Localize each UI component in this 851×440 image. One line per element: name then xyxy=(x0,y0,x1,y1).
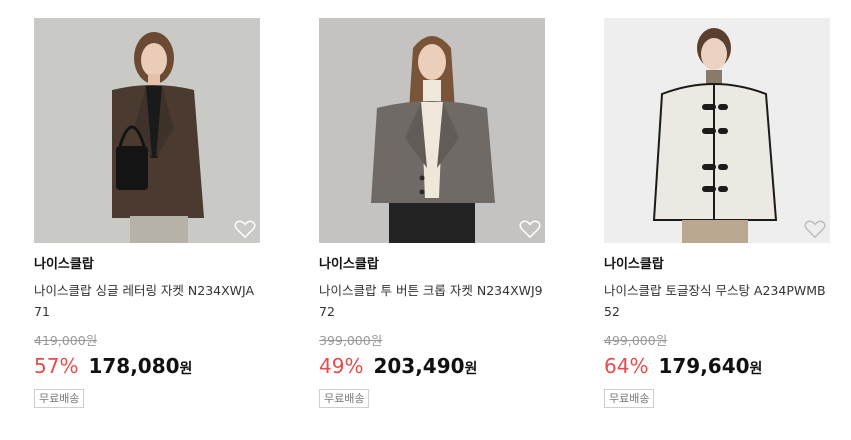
product-name[interactable]: 나이스클랍 투 버튼 크롭 자켓 N234XWJ972 xyxy=(319,280,545,322)
wishlist-heart-icon[interactable] xyxy=(234,219,256,239)
sale-price: 203,490 xyxy=(373,354,465,378)
price-row: 64% 179,640 원 xyxy=(604,354,830,384)
product-card[interactable]: 나이스클랍 나이스클랍 토글장식 무스탕 A234PWMB52 499,000원… xyxy=(604,18,830,408)
product-card[interactable]: 나이스클랍 나이스클랍 투 버튼 크롭 자켓 N234XWJ972 399,00… xyxy=(319,18,545,408)
brand-name[interactable]: 나이스클랍 xyxy=(34,256,260,274)
product-name[interactable]: 나이스클랍 싱글 레터링 자켓 N234XWJA71 xyxy=(34,280,260,322)
wishlist-heart-icon[interactable] xyxy=(519,219,541,239)
discount-rate: 49% xyxy=(319,354,364,378)
free-shipping-badge: 무료배송 xyxy=(604,389,655,408)
price-row: 49% 203,490 원 xyxy=(319,354,545,384)
sale-price: 179,640 xyxy=(658,354,750,378)
sale-price: 178,080 xyxy=(88,354,180,378)
product-image[interactable] xyxy=(319,18,545,243)
product-card[interactable]: 나이스클랍 나이스클랍 싱글 레터링 자켓 N234XWJA71 419,000… xyxy=(34,18,260,408)
original-price: 419,000원 xyxy=(34,333,98,348)
brand-name[interactable]: 나이스클랍 xyxy=(604,256,830,274)
original-price: 499,000원 xyxy=(604,333,668,348)
product-image[interactable] xyxy=(604,18,830,243)
free-shipping-badge: 무료배송 xyxy=(34,389,85,408)
original-price: 399,000원 xyxy=(319,333,383,348)
product-photo[interactable] xyxy=(34,18,260,243)
discount-rate: 64% xyxy=(604,354,649,378)
wishlist-heart-icon[interactable] xyxy=(804,219,826,239)
product-photo[interactable] xyxy=(319,18,545,243)
brand-name[interactable]: 나이스클랍 xyxy=(319,256,545,274)
free-shipping-badge: 무료배송 xyxy=(319,389,370,408)
discount-rate: 57% xyxy=(34,354,79,378)
product-image[interactable] xyxy=(34,18,260,243)
currency-unit: 원 xyxy=(179,361,193,377)
price-row: 57% 178,080 원 xyxy=(34,354,260,384)
product-photo[interactable] xyxy=(604,18,830,243)
currency-unit: 원 xyxy=(464,361,478,377)
product-name[interactable]: 나이스클랍 토글장식 무스탕 A234PWMB52 xyxy=(604,280,830,322)
currency-unit: 원 xyxy=(749,361,763,377)
